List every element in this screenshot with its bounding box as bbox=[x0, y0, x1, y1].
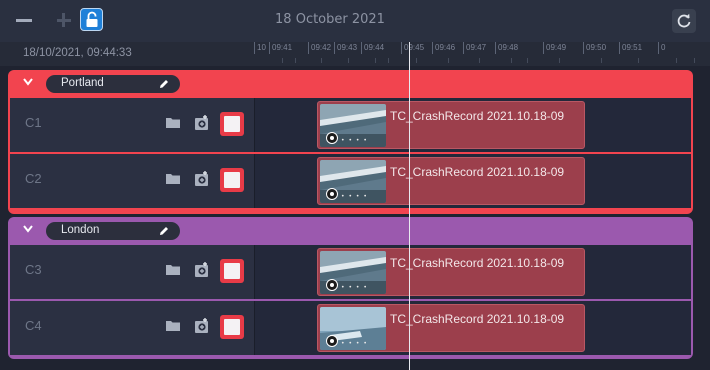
thumbnail-dots: • • • • bbox=[341, 193, 368, 200]
channel-label-zone: C4 bbox=[10, 301, 254, 355]
thumbnail-dots: • • • • bbox=[341, 340, 368, 347]
current-timestamp: 18/10/2021, 09:44:33 bbox=[23, 47, 132, 59]
add-clip-icon[interactable] bbox=[193, 170, 211, 188]
folder-icon[interactable] bbox=[165, 172, 181, 185]
camera-badge-icon bbox=[326, 188, 338, 200]
channel-row: C3 • • • • TC_CrashRecord 2021.10.18-09 bbox=[10, 245, 691, 299]
clip-title: TC_CrashRecord 2021.10.18-09 bbox=[390, 109, 565, 123]
channel-name: C1 bbox=[25, 115, 42, 130]
group-portland: Portland C1 • • • • TC_CrashRecord 2021.… bbox=[8, 70, 693, 214]
thumbnail-dots: • • • • bbox=[341, 284, 368, 291]
video-clip[interactable]: • • • • TC_CrashRecord 2021.10.18-09 bbox=[317, 157, 585, 205]
camera-badge-icon bbox=[326, 335, 338, 347]
group-name: Portland bbox=[61, 77, 104, 89]
folder-icon[interactable] bbox=[165, 116, 181, 129]
pencil-icon[interactable] bbox=[158, 78, 170, 90]
group-header: Portland bbox=[8, 70, 693, 96]
group-name-pill[interactable]: London bbox=[46, 222, 180, 240]
channel-label-zone: C1 bbox=[10, 98, 254, 152]
channel-row: C4 • • • • TC_CrashRecord 2021.10.18-09 bbox=[10, 301, 691, 355]
group-name: London bbox=[61, 224, 100, 236]
clip-thumbnail: • • • • bbox=[320, 104, 386, 147]
toolbar: 18 October 2021 bbox=[0, 0, 710, 42]
time-ruler-row: 18/10/2021, 09:44:33 10 09:41 09:42 09:4… bbox=[0, 42, 710, 66]
video-clip[interactable]: • • • • TC_CrashRecord 2021.10.18-09 bbox=[317, 304, 585, 352]
add-clip-icon[interactable] bbox=[193, 317, 211, 335]
add-clip-icon[interactable] bbox=[193, 261, 211, 279]
group-header: London bbox=[8, 217, 693, 243]
channel-color-swatch[interactable] bbox=[220, 112, 244, 136]
clip-thumbnail: • • • • bbox=[320, 307, 386, 350]
channel-name: C4 bbox=[25, 318, 42, 333]
pencil-icon[interactable] bbox=[158, 225, 170, 237]
group-london: London C3 • • • • TC_CrashRecord 2021.10… bbox=[8, 217, 693, 359]
camera-badge-icon bbox=[326, 279, 338, 291]
channel-row: C2 • • • • TC_CrashRecord 2021.10.18-09 bbox=[10, 154, 691, 208]
camera-badge-icon bbox=[326, 132, 338, 144]
add-clip-icon[interactable] bbox=[193, 114, 211, 132]
clip-thumbnail: • • • • bbox=[320, 160, 386, 203]
channel-color-swatch[interactable] bbox=[220, 259, 244, 283]
clip-title: TC_CrashRecord 2021.10.18-09 bbox=[390, 256, 565, 270]
thumbnail-dots: • • • • bbox=[341, 137, 368, 144]
clip-thumbnail: • • • • bbox=[320, 251, 386, 294]
folder-icon[interactable] bbox=[165, 319, 181, 332]
channel-name: C3 bbox=[25, 262, 42, 277]
clip-title: TC_CrashRecord 2021.10.18-09 bbox=[390, 312, 565, 326]
channel-label-zone: C2 bbox=[10, 154, 254, 208]
video-clip[interactable]: • • • • TC_CrashRecord 2021.10.18-09 bbox=[317, 248, 585, 296]
refresh-icon[interactable] bbox=[672, 9, 696, 33]
clip-title: TC_CrashRecord 2021.10.18-09 bbox=[390, 165, 565, 179]
channel-name: C2 bbox=[25, 171, 42, 186]
channel-row: C1 • • • • TC_CrashRecord 2021.10.18-09 bbox=[10, 98, 691, 152]
video-clip[interactable]: • • • • TC_CrashRecord 2021.10.18-09 bbox=[317, 101, 585, 149]
group-name-pill[interactable]: Portland bbox=[46, 75, 180, 93]
date-title: 18 October 2021 bbox=[275, 12, 385, 27]
time-ruler[interactable]: 10 09:41 09:42 09:43 09:44 09:45 09:46 0… bbox=[254, 42, 710, 66]
playhead[interactable] bbox=[409, 42, 410, 370]
channel-color-swatch[interactable] bbox=[220, 315, 244, 339]
channel-label-zone: C3 bbox=[10, 245, 254, 299]
folder-icon[interactable] bbox=[165, 263, 181, 276]
chevron-down-icon[interactable] bbox=[22, 224, 34, 234]
channel-color-swatch[interactable] bbox=[220, 168, 244, 192]
chevron-down-icon[interactable] bbox=[22, 77, 34, 87]
